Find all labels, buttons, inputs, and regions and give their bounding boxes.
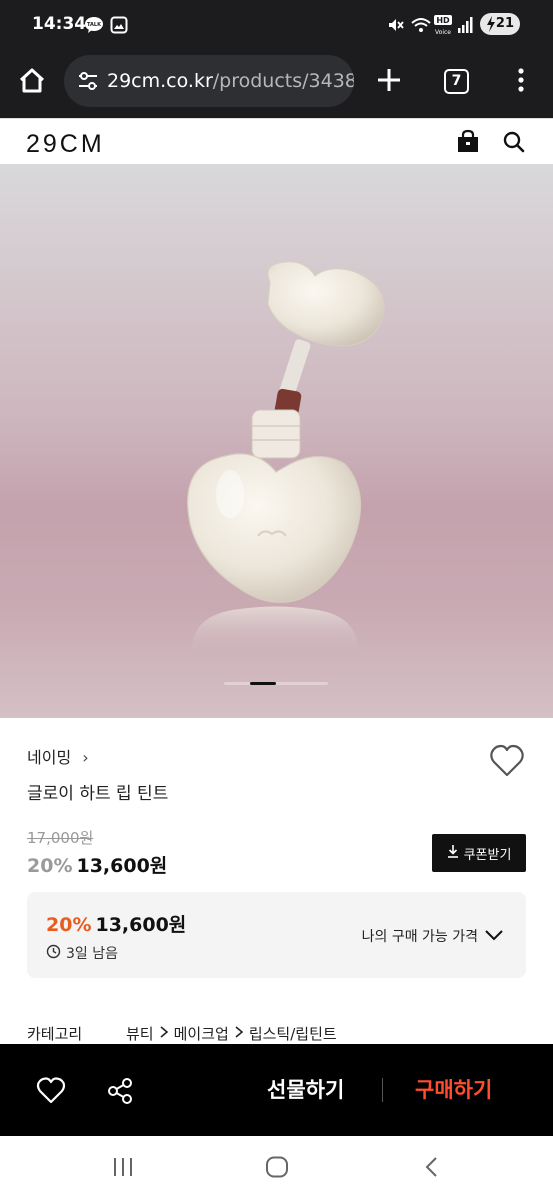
breadcrumb-item[interactable]: 메이크업 xyxy=(174,1023,229,1044)
product-image-carousel[interactable] xyxy=(0,164,553,718)
wifi-icon xyxy=(410,16,432,38)
signal-icon xyxy=(457,16,473,38)
chevron-down-icon[interactable] xyxy=(484,927,504,946)
more-menu-icon[interactable] xyxy=(503,62,539,98)
sale-price: 13,600원 xyxy=(76,855,168,877)
my-price-discount: 20% xyxy=(46,914,92,936)
product-image xyxy=(187,261,385,654)
download-icon xyxy=(447,844,459,862)
recent-apps-icon[interactable] xyxy=(111,1156,135,1182)
action-divider xyxy=(382,1078,383,1102)
brand-chevron-icon: › xyxy=(82,748,89,767)
remaining-time: 3일 남음 xyxy=(46,943,118,963)
heart-icon[interactable] xyxy=(489,744,525,782)
brand-name: 네이밍 xyxy=(27,748,72,767)
breadcrumb-item[interactable]: 립스틱/립틴트 xyxy=(249,1023,337,1044)
url-domain: 29cm.co.kr xyxy=(107,70,213,92)
category-label: 카테고리 xyxy=(27,1025,83,1043)
my-price-label: 나의 구매 가능 가격 xyxy=(361,929,478,945)
site-header: 29CM xyxy=(0,118,553,164)
carousel-indicator xyxy=(224,681,328,685)
gift-button[interactable]: 선물하기 xyxy=(267,1074,344,1104)
tab-switcher-button[interactable]: 7 xyxy=(444,69,469,94)
discount-percent: 20% xyxy=(27,855,73,877)
kakaotalk-icon: TALK xyxy=(84,16,104,38)
status-time: 14:34 xyxy=(32,14,87,34)
svg-text:Voice: Voice xyxy=(435,29,451,36)
category-breadcrumb: 뷰티 메이크업 립스틱/립틴트 xyxy=(126,1023,337,1044)
heart-icon[interactable] xyxy=(36,1077,66,1109)
hd-voice-icon: HD Voice xyxy=(433,14,455,40)
system-navigation-bar xyxy=(0,1136,553,1200)
carousel-indicator-active xyxy=(250,681,276,685)
site-logo[interactable]: 29CM xyxy=(26,130,105,159)
battery-indicator: 21 xyxy=(480,13,520,35)
original-price: 17,000원 xyxy=(27,829,94,847)
shopping-bag-icon[interactable] xyxy=(456,129,480,159)
brand-link[interactable]: 네이밍 › xyxy=(27,744,89,768)
coupon-button-label: 쿠폰받기 xyxy=(463,847,512,863)
home-button-icon[interactable] xyxy=(265,1156,289,1182)
svg-text:TALK: TALK xyxy=(87,22,102,28)
bottom-action-bar: 선물하기 구매하기 xyxy=(0,1044,553,1136)
search-icon[interactable] xyxy=(502,130,526,158)
product-title: 글로이 하트 립 틴트 xyxy=(27,784,169,804)
my-price-panel[interactable]: 20% 13,600원 3일 남음 나의 구매 가능 가격 xyxy=(27,892,526,978)
status-bar: 14:34 TALK HD Voice 21 xyxy=(0,0,553,50)
browser-toolbar: 29cm.co.kr/products/3438 7 xyxy=(0,50,553,118)
charging-icon xyxy=(486,16,496,40)
remaining-label: 3일 남음 xyxy=(66,946,118,962)
back-icon[interactable] xyxy=(422,1156,442,1182)
address-bar[interactable]: 29cm.co.kr/products/3438 xyxy=(64,55,354,107)
sale-price-row: 20% 13,600원 xyxy=(27,851,167,878)
breadcrumb-chevron-icon xyxy=(158,1025,170,1043)
new-tab-icon[interactable] xyxy=(371,62,407,98)
home-icon[interactable] xyxy=(14,62,50,98)
my-price-row: 20% 13,600원 xyxy=(46,910,186,937)
buy-button[interactable]: 구매하기 xyxy=(415,1074,492,1104)
breadcrumb-item[interactable]: 뷰티 xyxy=(126,1023,154,1044)
url-text: 29cm.co.kr/products/3438 xyxy=(107,70,354,92)
site-settings-icon[interactable] xyxy=(77,70,99,96)
url-path: /products/3438 xyxy=(212,70,354,92)
svg-text:HD: HD xyxy=(436,16,450,25)
breadcrumb-chevron-icon xyxy=(233,1025,245,1043)
battery-level: 21 xyxy=(495,16,514,31)
share-icon[interactable] xyxy=(106,1077,134,1109)
clock-icon xyxy=(46,944,61,963)
mute-icon xyxy=(386,16,404,38)
coupon-button[interactable]: 쿠폰받기 xyxy=(432,834,526,872)
gallery-icon xyxy=(110,16,128,38)
my-price-amount: 13,600원 xyxy=(95,914,187,936)
